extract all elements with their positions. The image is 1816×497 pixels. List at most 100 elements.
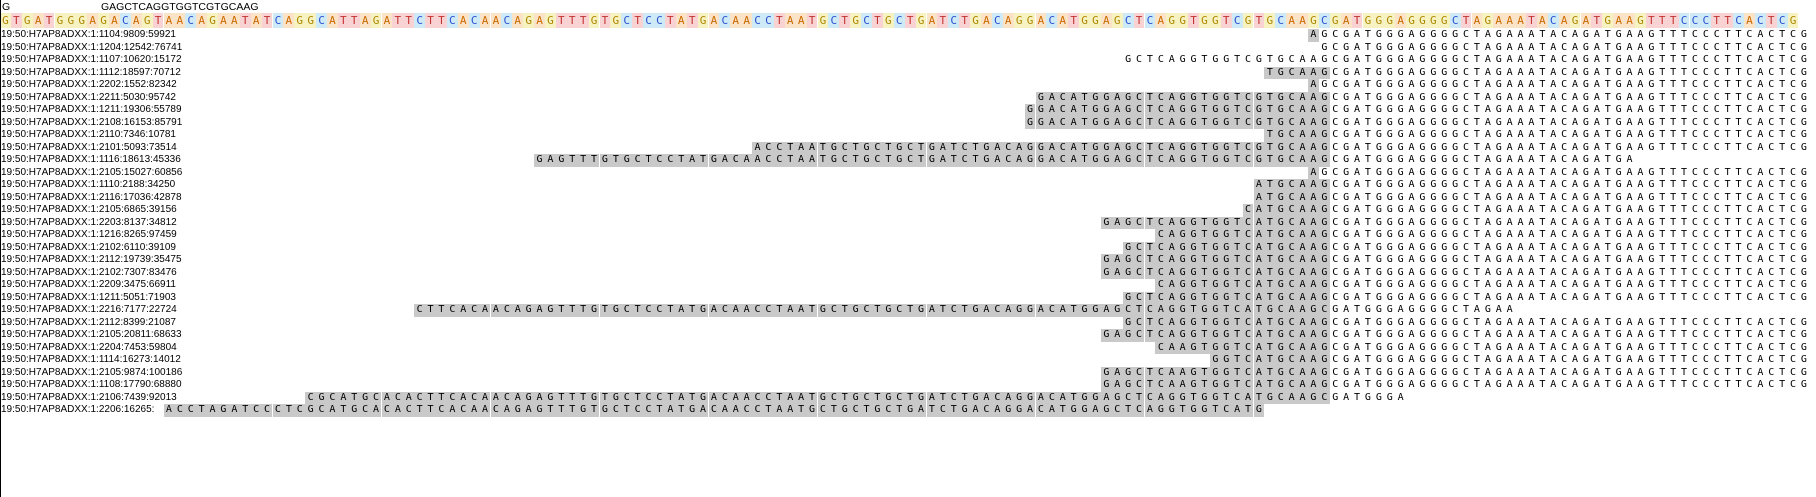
- read-base: A: [1626, 154, 1633, 165]
- read-base: G: [1318, 191, 1330, 204]
- read-base: T: [686, 391, 698, 404]
- read-base: T: [1231, 379, 1243, 392]
- read-base: T: [1473, 354, 1480, 365]
- read-base: T: [1473, 179, 1480, 190]
- read-row[interactable]: ATGCAAGCGATGGGAGGGGCTAGAAATACAGATGAAGTTT…: [0, 191, 1816, 204]
- read-base: T: [599, 391, 611, 404]
- read-base: T: [1364, 216, 1371, 228]
- read-base: A: [1637, 91, 1644, 103]
- read-base: C: [1713, 79, 1720, 90]
- read-base: G: [1430, 204, 1437, 215]
- alignment-view[interactable]: G GAGCTCAGGTGGTCGTGCAAG GTGATGGGAGACAGTA…: [0, 0, 1816, 497]
- reference-base: T: [566, 13, 578, 28]
- read-base: T: [1133, 391, 1145, 404]
- read-base: C: [1332, 29, 1339, 40]
- read-base: G: [1408, 304, 1415, 315]
- read-row[interactable]: GCTCAGGTGGTCATGCAAGCGATGGGAGGGGCTAGAAATA…: [0, 241, 1816, 254]
- read-base: G: [1332, 304, 1339, 315]
- read-base: T: [1264, 379, 1276, 392]
- read-base: T: [1779, 66, 1786, 78]
- read-row[interactable]: GCGATGGGAGGGGCTAGAAATACAGATGAAGTTTCCCTTC…: [0, 42, 1816, 55]
- read-base: G: [1495, 216, 1502, 228]
- read-row[interactable]: GGTCATGCAAGCGATGGGAGGGGCTAGAAATACAGATGAA…: [0, 354, 1816, 367]
- read-row[interactable]: GAGTTTGTGCTCCTATGACAACCTAATGCTGCTGCTGATC…: [0, 154, 1816, 167]
- read-base: G: [1079, 391, 1090, 404]
- read-row[interactable]: CAAGTGGTCATGCAAGCGATGGGAGGGGCTAGAAATACAG…: [0, 341, 1816, 354]
- reference-base: A: [708, 13, 720, 28]
- read-row[interactable]: GCTCAGGTGGTCGTGCAAGCGATGGGAGGGGCTAGAAATA…: [0, 54, 1816, 67]
- read-base: A: [1166, 104, 1178, 117]
- read-base: G: [1275, 216, 1287, 229]
- read-row[interactable]: GCTCAGGTGGTCATGCAAGCGATGGGAGGGGCTAGAAATA…: [0, 316, 1816, 329]
- read-base: A: [1484, 266, 1491, 278]
- read-base: A: [1166, 216, 1178, 229]
- read-base: A: [1484, 291, 1491, 303]
- read-base: C: [1768, 141, 1775, 153]
- reference-base: G: [1177, 13, 1189, 28]
- read-row[interactable]: CAGGTGGTCATGCAAGCGATGGGAGGGGCTAGAAATACAG…: [0, 279, 1816, 292]
- read-base: C: [1713, 266, 1720, 278]
- read-row[interactable]: CAGGTGGTCATGCAAGCGATGGGAGGGGCTAGAAATACAG…: [0, 229, 1816, 242]
- read-row[interactable]: AGCGATGGGAGGGGCTAGAAATACAGATGAAGTTTCCCTT…: [0, 29, 1816, 42]
- read-base: G: [1800, 329, 1807, 340]
- read-base: C: [1133, 291, 1145, 304]
- read-row[interactable]: GAGCTCAAGTGGTCATGCAAGCGATGGGAGGGGCTAGAAA…: [0, 379, 1816, 392]
- read-base: G: [1582, 329, 1589, 340]
- read-base: G: [1419, 216, 1426, 228]
- read-row[interactable]: CATGCAAGCGATGGGAGGGGCTAGAAATACAGATGAAGTT…: [0, 204, 1816, 217]
- read-base: T: [1735, 266, 1742, 278]
- read-base: C: [1702, 266, 1709, 278]
- read-row[interactable]: AGCGATGGGAGGGGCTAGAAATACAGATGAAGTTTCCCTT…: [0, 166, 1816, 179]
- read-base: C: [1790, 29, 1797, 40]
- read-base: T: [1473, 191, 1480, 203]
- read-base: C: [1057, 116, 1069, 129]
- read-row[interactable]: GCTCAGGTGGTCATGCAAGCGATGGGAGGGGCTAGAAATA…: [0, 291, 1816, 304]
- read-base: T: [1264, 154, 1276, 167]
- read-base: A: [1408, 191, 1415, 203]
- read-base: A: [1408, 179, 1415, 190]
- read-row[interactable]: ACCTAGATCCCTCGCATGCACACTTCACAACAGAGTTTGT…: [0, 404, 1816, 417]
- read-row[interactable]: GGACATGGAGCTCAGGTGGTCGTGCAAGCGATGGGAGGGG…: [0, 104, 1816, 117]
- read-base: T: [1659, 179, 1666, 190]
- read-base: T: [1188, 304, 1199, 317]
- read-name: 19:50:H7AP8ADXX:1:2116:17036:42878: [1, 191, 182, 203]
- read-base: G: [1275, 241, 1287, 254]
- read-base: T: [1681, 116, 1688, 128]
- read-row[interactable]: GAGCTCAGGTGGTCATGCAAGCGATGGGAGGGGCTAGAAA…: [0, 329, 1816, 342]
- read-row[interactable]: ATGCAAGCGATGGGAGGGGCTAGAAATACAGATGAAGTTT…: [0, 179, 1816, 192]
- read-base: G: [1318, 91, 1330, 104]
- read-base: C: [1713, 141, 1720, 153]
- read-base: C: [1286, 354, 1298, 367]
- read-base: G: [1495, 266, 1502, 278]
- read-base: G: [1441, 316, 1448, 328]
- read-base: C: [937, 404, 949, 417]
- read-base: A: [1626, 66, 1633, 78]
- read-base: G: [1275, 141, 1287, 154]
- read-base: G: [1343, 329, 1350, 340]
- read-row[interactable]: GGACATGGAGCTCAGGTGGTCGTGCAAGCGATGGGAGGGG…: [0, 116, 1816, 129]
- read-base: T: [850, 141, 862, 154]
- read-base: C: [1463, 216, 1470, 228]
- read-base: A: [1111, 266, 1123, 279]
- read-row[interactable]: AGCGATGGGAGGGGCTAGAAATACAGATGAAGTTTCCCTT…: [0, 79, 1816, 92]
- read-base: A: [1002, 391, 1014, 404]
- read-row[interactable]: CTTCACAACAGAGTTTGTGCTCCTATGACAACCTAATGCT…: [0, 304, 1816, 317]
- read-row[interactable]: GACATGGAGCTCAGGTGGTCGTGCAAGCGATGGGAGGGGC…: [0, 91, 1816, 104]
- read-row[interactable]: GAGCTCAAGTGGTCATGCAAGCGATGGGAGGGGCTAGAAA…: [0, 366, 1816, 379]
- read-base: T: [1735, 116, 1742, 128]
- read-row[interactable]: GAGCTCAGGTGGTCATGCAAGCGATGGGAGGGGCTAGAAA…: [0, 266, 1816, 279]
- read-base: C: [1713, 116, 1720, 128]
- reference-base: A: [228, 13, 240, 28]
- read-row[interactable]: CGCATGCACACTTCACAACAGAGTTTGTGCTCCTATGACA…: [0, 391, 1816, 404]
- read-base: T: [1604, 66, 1611, 78]
- read-base: C: [1768, 329, 1775, 340]
- read-row[interactable]: GAGCTCAGGTGGTCATGCAAGCGATGGGAGGGGCTAGAAA…: [0, 254, 1816, 267]
- read-row[interactable]: TGCAAGCGATGGGAGGGGCTAGAAATACAGATGAAGTTTC…: [0, 129, 1816, 142]
- read-base: A: [1517, 41, 1524, 53]
- read-base: A: [1166, 379, 1178, 392]
- read-row[interactable]: ACCTAATGCTGCTGCTGATCTGACAGGACATGGAGCTCAG…: [0, 141, 1816, 154]
- read-base: T: [1473, 279, 1480, 290]
- read-row[interactable]: GAGCTCAGGTGGTCATGCAAGCGATGGGAGGGGCTAGAAA…: [0, 216, 1816, 229]
- read-base: G: [1495, 116, 1502, 128]
- read-row[interactable]: TGCAAGCGATGGGAGGGGCTAGAAATACAGATGAAGTTTC…: [0, 66, 1816, 79]
